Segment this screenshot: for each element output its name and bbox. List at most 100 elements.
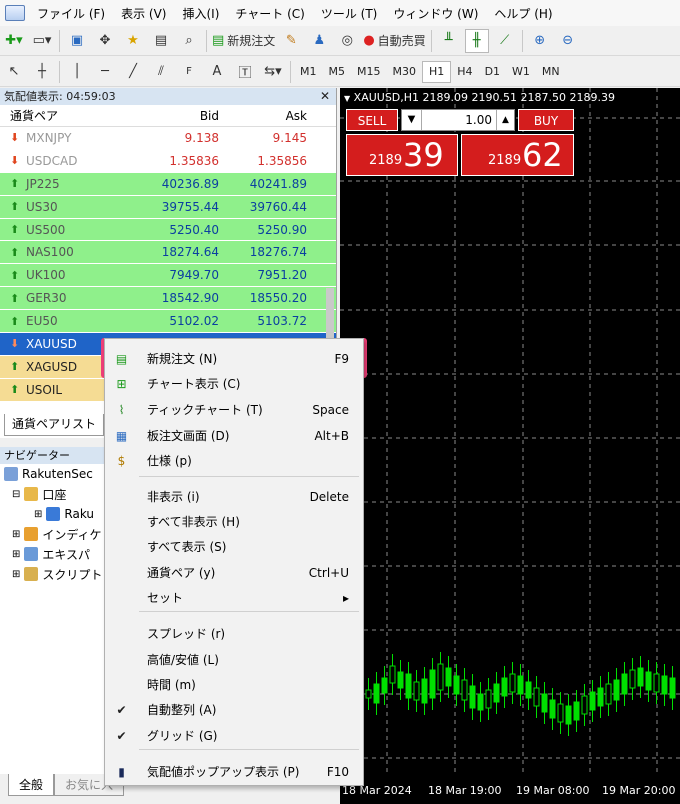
timeframe-h4[interactable]: H4 — [451, 61, 478, 83]
chart-title: ▼ XAUUSD,H1 2189.09 2190.51 2187.50 2189… — [344, 91, 615, 104]
sell-button[interactable]: 2189 39 — [346, 134, 458, 176]
context-menu-item[interactable]: セット ▸ — [105, 585, 363, 610]
signals-button[interactable]: ◎ — [335, 29, 359, 53]
candle-body — [381, 677, 388, 694]
context-menu-item[interactable]: ▮ 気配値ポップアップ表示 (P) F10 — [105, 759, 363, 784]
timeframe-m15[interactable]: M15 — [351, 61, 387, 83]
spin-up-icon[interactable]: ▲ — [496, 110, 514, 130]
sell-label-button[interactable]: SELL — [346, 109, 398, 131]
market-watch-row[interactable]: ⬆ UK100 7949.70 7951.20 — [0, 264, 336, 288]
line-chart-button[interactable]: ⟋ — [493, 29, 517, 53]
menu-insert[interactable]: 挿入(I) — [174, 5, 227, 22]
menu-view[interactable]: 表示 (V) — [113, 5, 174, 22]
market-watch-row[interactable]: ⬇ USDCAD 1.35836 1.35856 — [0, 149, 336, 173]
context-menu-item[interactable]: すべて非表示 (H) — [105, 509, 363, 534]
column-header-bid[interactable]: Bid — [137, 105, 225, 126]
context-menu-item[interactable]: すべて表示 (S) — [105, 534, 363, 559]
context-menu-item[interactable]: 時間 (m) — [105, 672, 363, 697]
strategy-tester-button[interactable]: ⌕ — [177, 29, 201, 53]
context-menu-item[interactable]: 高値/安値 (L) — [105, 647, 363, 672]
menu-chart[interactable]: チャート (C) — [227, 5, 312, 22]
metaeditor-button[interactable]: ✎ — [279, 29, 303, 53]
timeframe-h1[interactable]: H1 — [422, 60, 452, 83]
timeframe-w1[interactable]: W1 — [506, 61, 536, 83]
market-watch-row[interactable]: ⬆ US30 39755.44 39760.44 — [0, 195, 336, 219]
column-header-pair[interactable]: 通貨ペア — [0, 105, 137, 126]
candle-body — [389, 665, 396, 684]
timeframe-m5[interactable]: M5 — [323, 61, 352, 83]
market-watch-button[interactable]: ▣ — [65, 29, 89, 53]
toolbar-separator — [59, 29, 60, 52]
market-watch-row[interactable]: ⬇ MXNJPY 9.138 9.145 — [0, 127, 336, 150]
chart-window[interactable]: ▼ XAUUSD,H1 2189.09 2190.51 2187.50 2189… — [340, 88, 680, 804]
collapse-icon[interactable]: ⊟ — [12, 489, 20, 500]
expand-icon[interactable]: ⊞ — [12, 549, 20, 560]
market-watch-row[interactable]: ⬆ GER30 18542.90 18550.20 — [0, 287, 336, 311]
candlestick-button[interactable]: ╫ — [464, 28, 489, 53]
tab-common[interactable]: 全般 — [8, 774, 55, 796]
buy-label-button[interactable]: BUY — [518, 109, 574, 131]
fibonacci-button[interactable]: F — [177, 60, 201, 84]
expand-icon[interactable]: ⊞ — [12, 569, 20, 580]
menu-separator — [139, 749, 359, 750]
tab-symbol-list[interactable]: 通貨ペアリスト — [4, 414, 104, 436]
timeframe-m1[interactable]: M1 — [294, 61, 323, 83]
zoom-in-button[interactable]: ⊕ — [528, 29, 552, 53]
context-menu-item[interactable]: ⊞ チャート表示 (C) — [105, 371, 363, 396]
context-menu-item[interactable]: ✔ 自動整列 (A) — [105, 697, 363, 722]
context-menu-item[interactable]: ▤ 新規注文 (N) F9 — [105, 346, 363, 371]
ask-cell: 18276.74 — [249, 245, 307, 260]
chart-canvas[interactable] — [340, 88, 680, 804]
context-menu-item[interactable]: ✔ グリッド (G) — [105, 723, 363, 748]
context-menu-item[interactable]: スプレッド (r) — [105, 621, 363, 646]
timeframe-d1[interactable]: D1 — [479, 61, 506, 83]
market-watch-row[interactable]: ⬆ JP225 40236.89 40241.89 — [0, 172, 336, 196]
new-chart-button[interactable]: ✚▾ — [2, 29, 26, 53]
channel-icon: ⫽ — [158, 64, 164, 79]
trendline-button[interactable]: ╱ — [121, 60, 145, 84]
vertical-line-button[interactable]: │ — [65, 60, 89, 84]
auto-trade-button[interactable]: ● 自動売買 — [363, 29, 425, 53]
zoom-out-button[interactable]: ⊖ — [556, 29, 580, 53]
favorites-button[interactable]: ★ — [121, 29, 145, 53]
menu-tools[interactable]: ツール (T) — [313, 5, 386, 22]
bar-chart-icon: ╨ — [444, 33, 453, 48]
context-menu-item[interactable]: ▦ 板注文画面 (D) Alt+B — [105, 423, 363, 448]
context-menu-shortcut: Alt+B — [314, 428, 349, 443]
column-header-ask[interactable]: Ask — [225, 105, 313, 126]
context-menu-item[interactable]: $ 仕様 (p) — [105, 448, 363, 473]
close-icon[interactable]: ✕ — [320, 88, 330, 105]
community-button[interactable]: ♟ — [307, 29, 331, 53]
context-menu-item[interactable]: 非表示 (i) Delete — [105, 484, 363, 509]
horizontal-line-button[interactable]: ─ — [93, 60, 117, 84]
chevron-down-icon[interactable]: ▼ — [402, 110, 422, 130]
bar-chart-button[interactable]: ╨ — [437, 29, 461, 53]
new-order-button[interactable]: ▤ 新規注文 — [212, 29, 275, 53]
crosshair-button[interactable]: ┼ — [30, 60, 54, 84]
arrows-button[interactable]: ⇆▾ — [261, 60, 285, 84]
context-menu-item[interactable]: 通貨ペア (y) Ctrl+U — [105, 560, 363, 585]
menu-window[interactable]: ウィンドウ (W) — [385, 5, 486, 22]
timeframe-mn[interactable]: MN — [536, 61, 566, 83]
buy-button[interactable]: 2189 62 — [461, 134, 574, 176]
text-button[interactable]: A — [205, 60, 229, 84]
profiles-button[interactable]: ▭▾ — [30, 29, 54, 53]
label-button[interactable]: 🅃 — [233, 60, 257, 84]
timeframe-m30[interactable]: M30 — [387, 61, 423, 83]
lot-size-value[interactable]: 1.00 — [424, 110, 494, 130]
menu-file[interactable]: ファイル (F) — [29, 5, 113, 22]
menu-help[interactable]: ヘルプ (H) — [486, 5, 560, 22]
scrollbar-thumb[interactable] — [326, 288, 334, 338]
lot-size-input[interactable]: ▼ 1.00 ▲ — [401, 109, 515, 131]
market-watch-row[interactable]: ⬆ EU50 5102.02 5103.72 — [0, 310, 336, 334]
chart-window-icon: ⊞ — [116, 376, 127, 391]
terminal-button[interactable]: ▤ — [149, 29, 173, 53]
context-menu-item[interactable]: ⌇ ティックチャート (T) Space — [105, 397, 363, 422]
expand-icon[interactable]: ⊞ — [34, 509, 42, 520]
channel-button[interactable]: ⫽ — [149, 60, 173, 84]
crosshair-move-button[interactable]: ✥ — [93, 29, 117, 53]
cursor-button[interactable]: ↖ — [2, 60, 26, 84]
market-watch-row[interactable]: ⬆ NAS100 18274.64 18276.74 — [0, 241, 336, 265]
market-watch-row[interactable]: ⬆ US500 5250.40 5250.90 — [0, 218, 336, 242]
expand-icon[interactable]: ⊞ — [12, 529, 20, 540]
